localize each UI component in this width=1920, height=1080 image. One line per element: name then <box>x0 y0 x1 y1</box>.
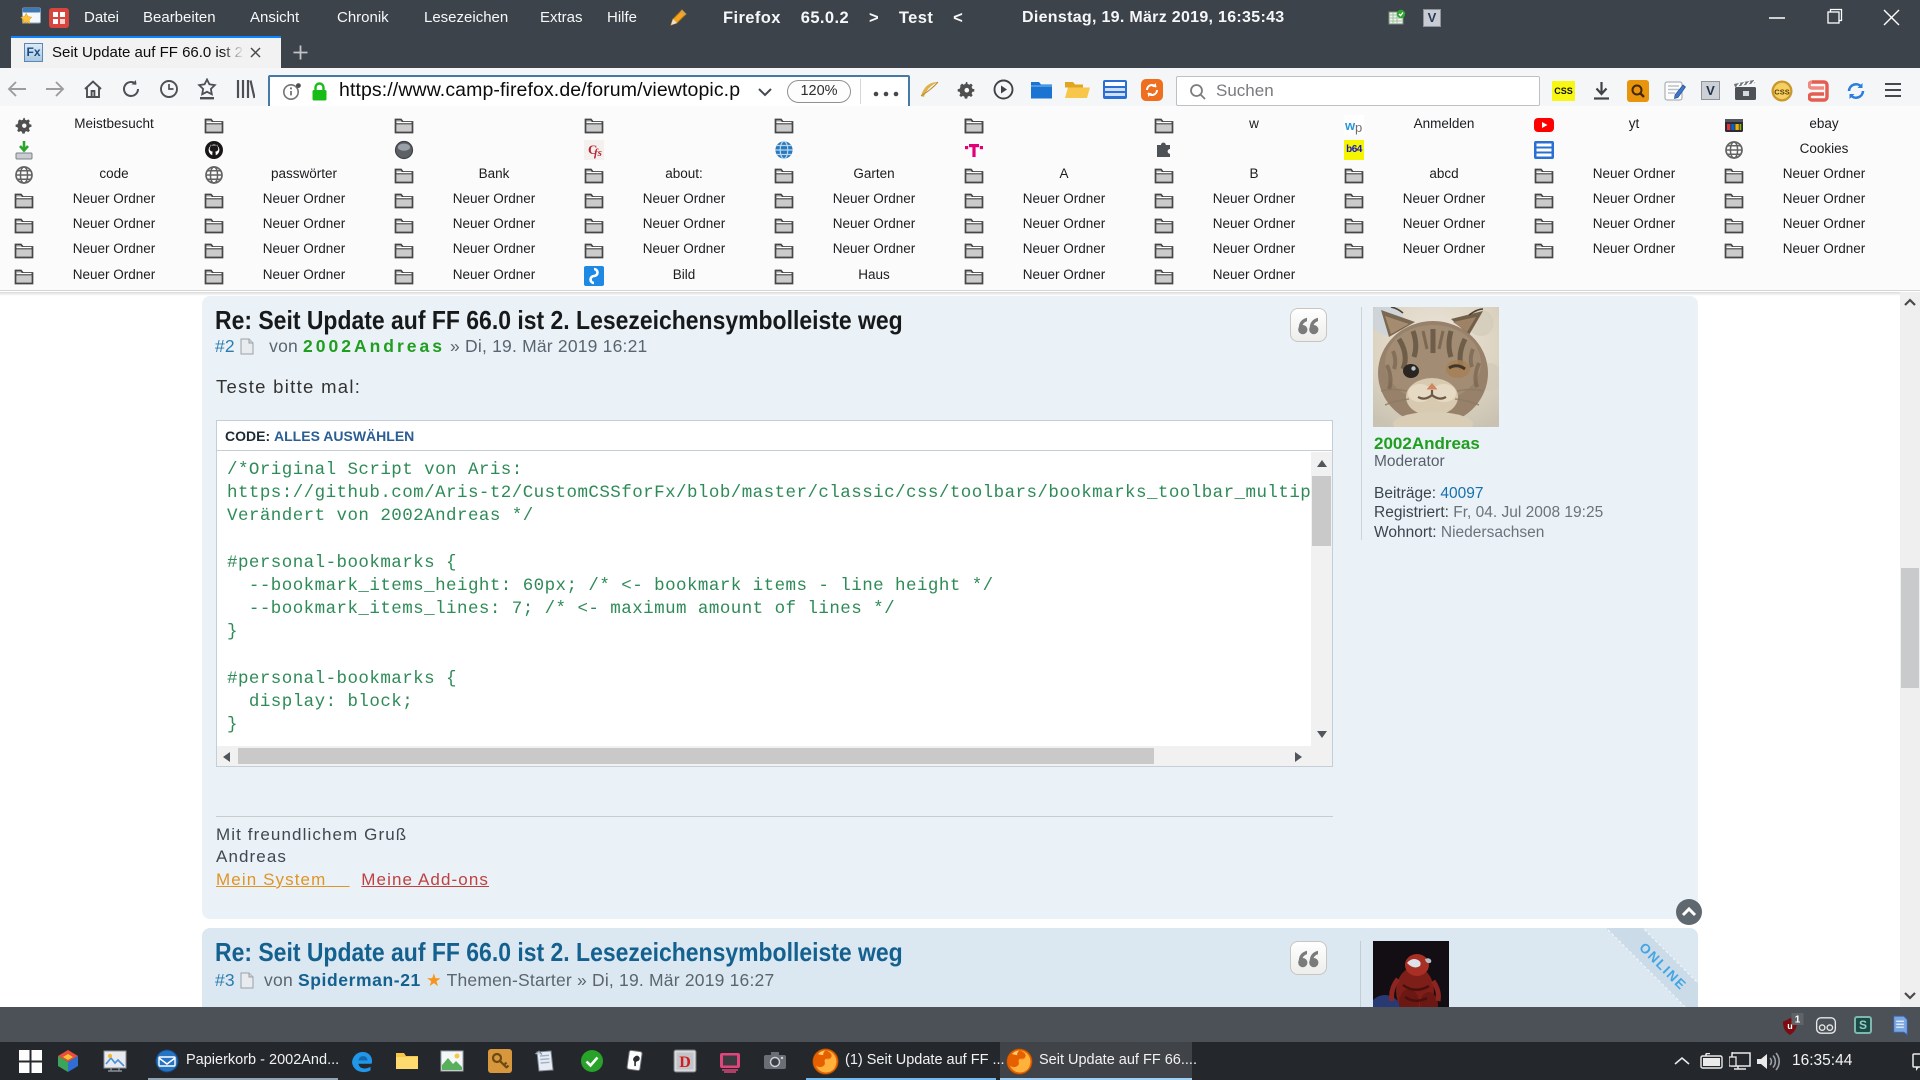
svg-text:CSS: CSS <box>1774 88 1789 97</box>
svg-text:D: D <box>679 1054 691 1071</box>
svg-text:fs: fs <box>594 147 602 159</box>
svg-text:p: p <box>1355 120 1362 135</box>
svg-text:1: 1 <box>1795 1015 1801 1026</box>
